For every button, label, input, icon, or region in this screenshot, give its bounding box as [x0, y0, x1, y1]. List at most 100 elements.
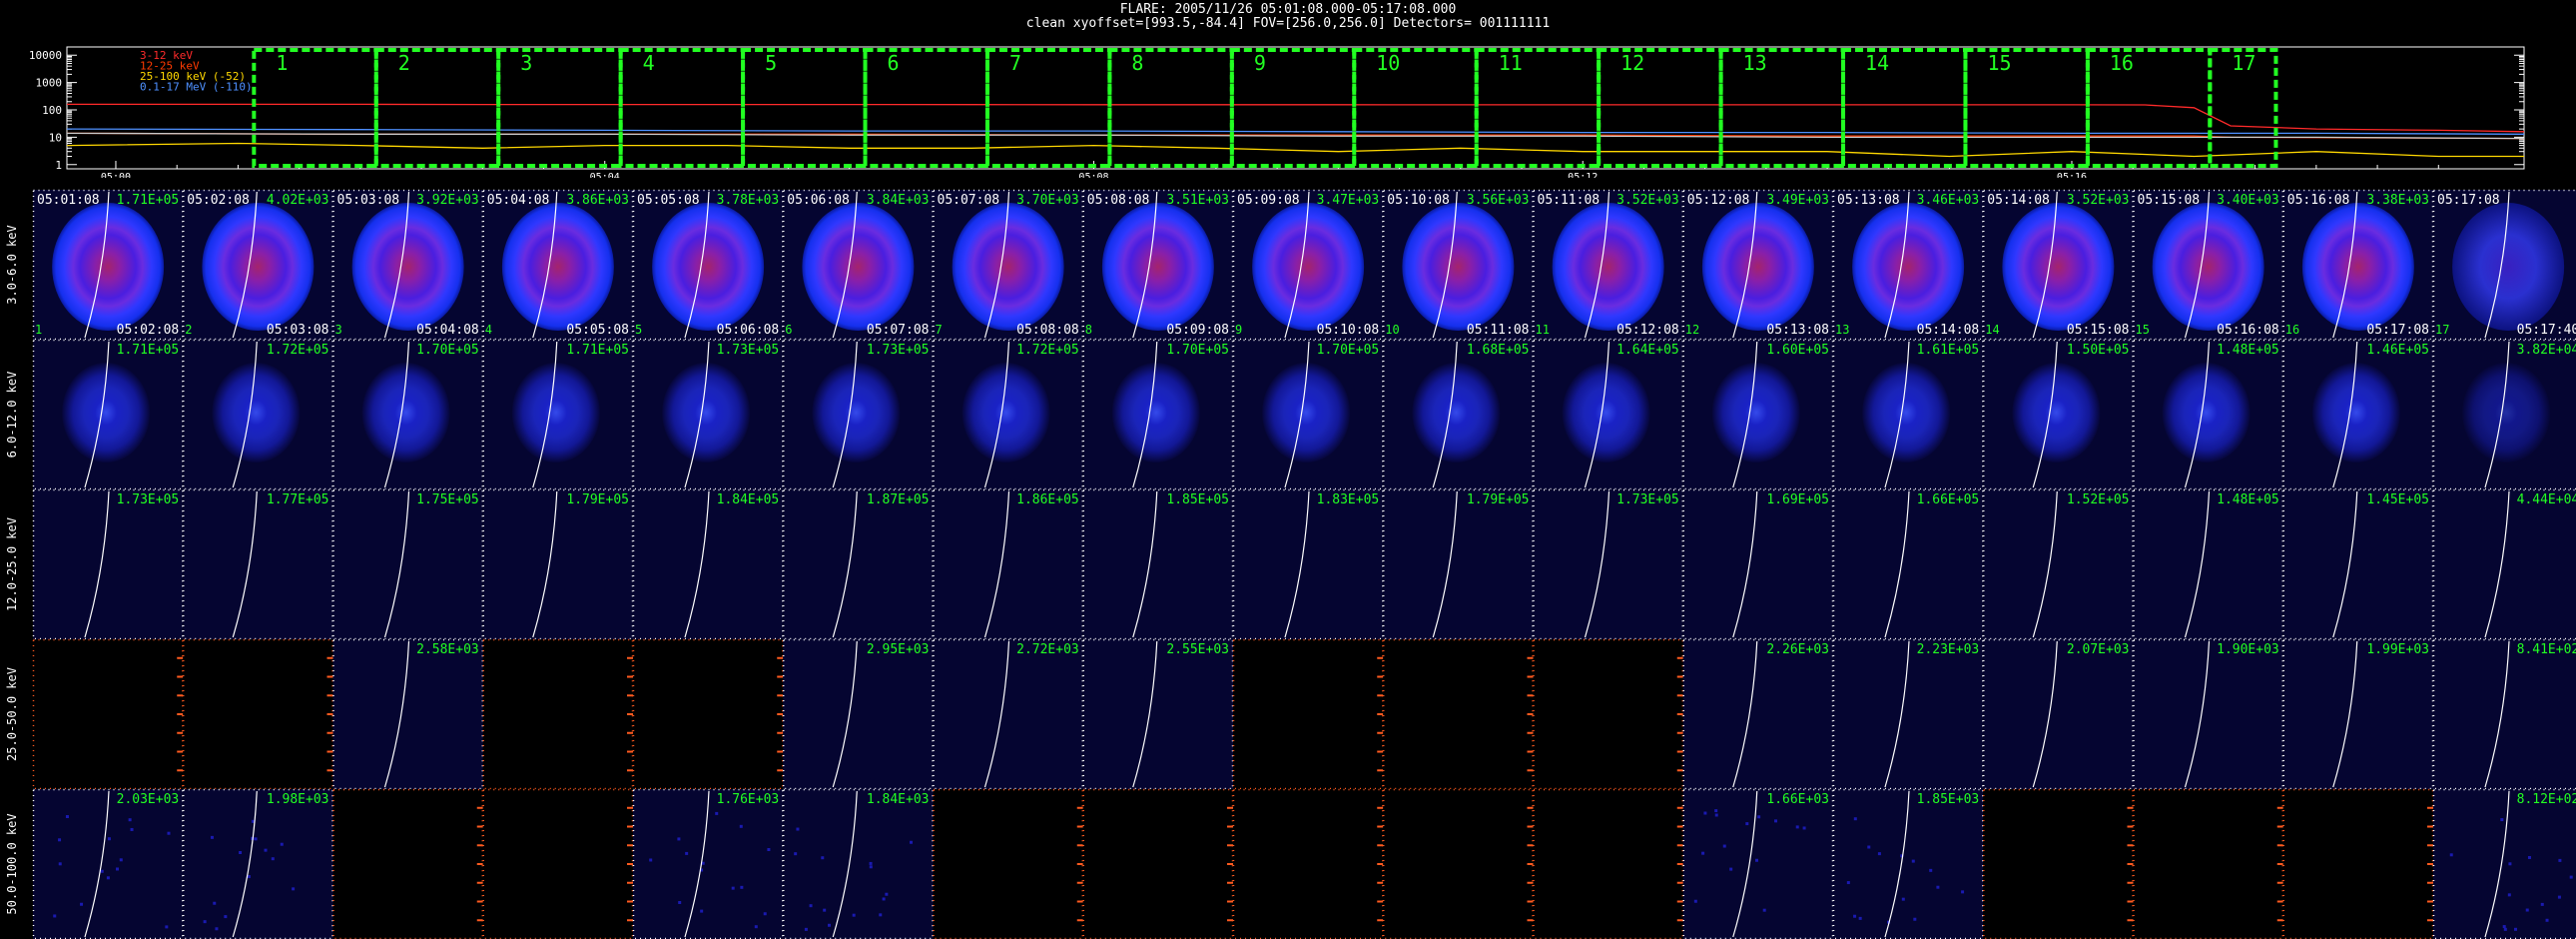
interval-number: 11 [1536, 323, 1550, 337]
row-label-energy: 6.0-12.0 keV [5, 372, 19, 459]
noise-speck [1714, 809, 1718, 813]
peak-value: 3.52E+03 [2067, 193, 2130, 208]
noise-speck [224, 915, 228, 919]
noise-speck [1774, 819, 1778, 823]
peak-value: 1.83E+05 [1317, 492, 1380, 507]
cell-background [183, 489, 333, 639]
image-cell: 1.70E+05 [332, 339, 483, 490]
cell-background [2282, 639, 2433, 789]
image-cell [2133, 788, 2283, 939]
image-cell: 05:09:08 05:10:08 9 3.47E+03 [1232, 189, 1384, 341]
peak-value: 2.03E+03 [117, 792, 180, 807]
flare-emission [2152, 203, 2264, 331]
interval-number: 10 [1385, 323, 1399, 337]
noise-speck [740, 885, 744, 889]
start-time-label: 05:17:08 [2437, 193, 2500, 208]
peak-value: 3.82E+04 [2517, 343, 2576, 358]
peak-value: 1.71E+05 [566, 343, 629, 358]
image-cell: 1.90E+03 [2133, 638, 2283, 790]
peak-value: 1.73E+05 [1616, 492, 1679, 507]
cell-background [2433, 789, 2576, 939]
peak-value: 1.76E+03 [717, 792, 780, 807]
cell-background [1983, 789, 2134, 939]
noise-speck [677, 837, 681, 841]
noise-speck [869, 865, 873, 869]
end-time-label: 05:06:08 [717, 323, 780, 338]
row-label-energy: 3.0-6.0 keV [5, 225, 19, 304]
noise-speck [254, 837, 258, 841]
end-time-label: 05:03:08 [267, 323, 329, 338]
start-time-label: 05:14:08 [1987, 193, 2050, 208]
peak-value: 1.52E+05 [2067, 492, 2130, 507]
peak-value: 1.75E+05 [416, 492, 479, 507]
noise-speck [100, 869, 104, 873]
noise-speck [1961, 890, 1965, 894]
peak-value: 4.02E+03 [267, 193, 329, 208]
peak-value: 3.92E+03 [416, 193, 479, 208]
image-cell: 8.41E+02 [2432, 638, 2576, 790]
peak-value: 1.48E+05 [2217, 492, 2279, 507]
peak-value: 8.41E+02 [2517, 642, 2576, 657]
cell-background [332, 789, 483, 939]
image-cell: 05:02:08 05:03:08 2 4.02E+03 [183, 189, 333, 341]
start-time-label: 05:09:08 [1237, 193, 1300, 208]
image-cell [482, 638, 634, 790]
peak-value: 1.71E+05 [117, 193, 180, 208]
peak-value: 1.60E+05 [1766, 343, 1829, 358]
noise-speck [1936, 885, 1940, 889]
image-cell [1082, 788, 1234, 939]
interval-number: 14 [1985, 323, 1999, 337]
peak-value: 2.55E+03 [1166, 642, 1229, 657]
image-cell: 05:13:08 05:14:08 13 3.46E+03 [1832, 189, 1984, 341]
flare-emission [2002, 203, 2115, 331]
row-label-energy: 50.0-100.0 keV [5, 813, 19, 914]
peak-value: 8.12E+02 [2517, 792, 2576, 807]
start-time-label: 05:15:08 [2138, 193, 2201, 208]
image-cell: 1.83E+05 [1232, 488, 1384, 640]
start-time-label: 05:02:08 [187, 193, 250, 208]
noise-speck [879, 913, 883, 917]
cell-background [1383, 489, 1534, 639]
cell-background [2133, 789, 2283, 939]
cell-background [33, 639, 184, 789]
start-time-label: 05:03:08 [337, 193, 400, 208]
peak-value: 1.70E+05 [1317, 343, 1380, 358]
start-time-label: 05:10:08 [1387, 193, 1450, 208]
end-time-label: 05:16:08 [2217, 323, 2279, 338]
peak-value: 1.84E+05 [717, 492, 780, 507]
noise-speck [2525, 908, 2529, 912]
image-cell: 05:17:08 05:17:40 17 [2432, 189, 2576, 341]
noise-speck [909, 840, 913, 844]
noise-speck [731, 886, 735, 890]
peak-value: 1.61E+05 [1917, 343, 1980, 358]
noise-speck [2508, 862, 2512, 866]
noise-speck [1858, 916, 1862, 920]
flare-emission [2452, 203, 2565, 331]
image-cell: 1.46E+05 [2282, 339, 2434, 490]
image-cell: 4.44E+04 [2432, 488, 2576, 640]
noise-speck [804, 927, 808, 931]
peak-value: 3.51E+03 [1166, 193, 1229, 208]
cell-background [1682, 639, 1833, 789]
start-time-label: 05:08:08 [1087, 193, 1150, 208]
image-cell: 1.60E+05 [1682, 339, 1834, 490]
peak-value: 1.73E+05 [117, 492, 180, 507]
interval-number: 6 [785, 323, 792, 337]
interval-number: 16 [2285, 323, 2299, 337]
noise-speck [1745, 822, 1749, 826]
image-cell: 1.70E+05 [1082, 339, 1234, 490]
flare-emission [652, 203, 765, 331]
noise-speck [767, 847, 771, 851]
noise-speck [2502, 925, 2506, 929]
noise-speck [685, 851, 689, 855]
image-cell: 1.48E+05 [2133, 488, 2283, 640]
start-time-label: 05:16:08 [2287, 193, 2350, 208]
peak-value: 1.71E+05 [117, 343, 180, 358]
noise-speck [2503, 927, 2507, 931]
flare-emission [501, 203, 614, 331]
peak-value: 1.64E+05 [1616, 343, 1679, 358]
image-cell: 1.68E+05 [1383, 339, 1534, 490]
peak-value: 2.58E+03 [416, 642, 479, 657]
peak-value: 3.49E+03 [1766, 193, 1829, 208]
flare-emission [2301, 203, 2414, 331]
